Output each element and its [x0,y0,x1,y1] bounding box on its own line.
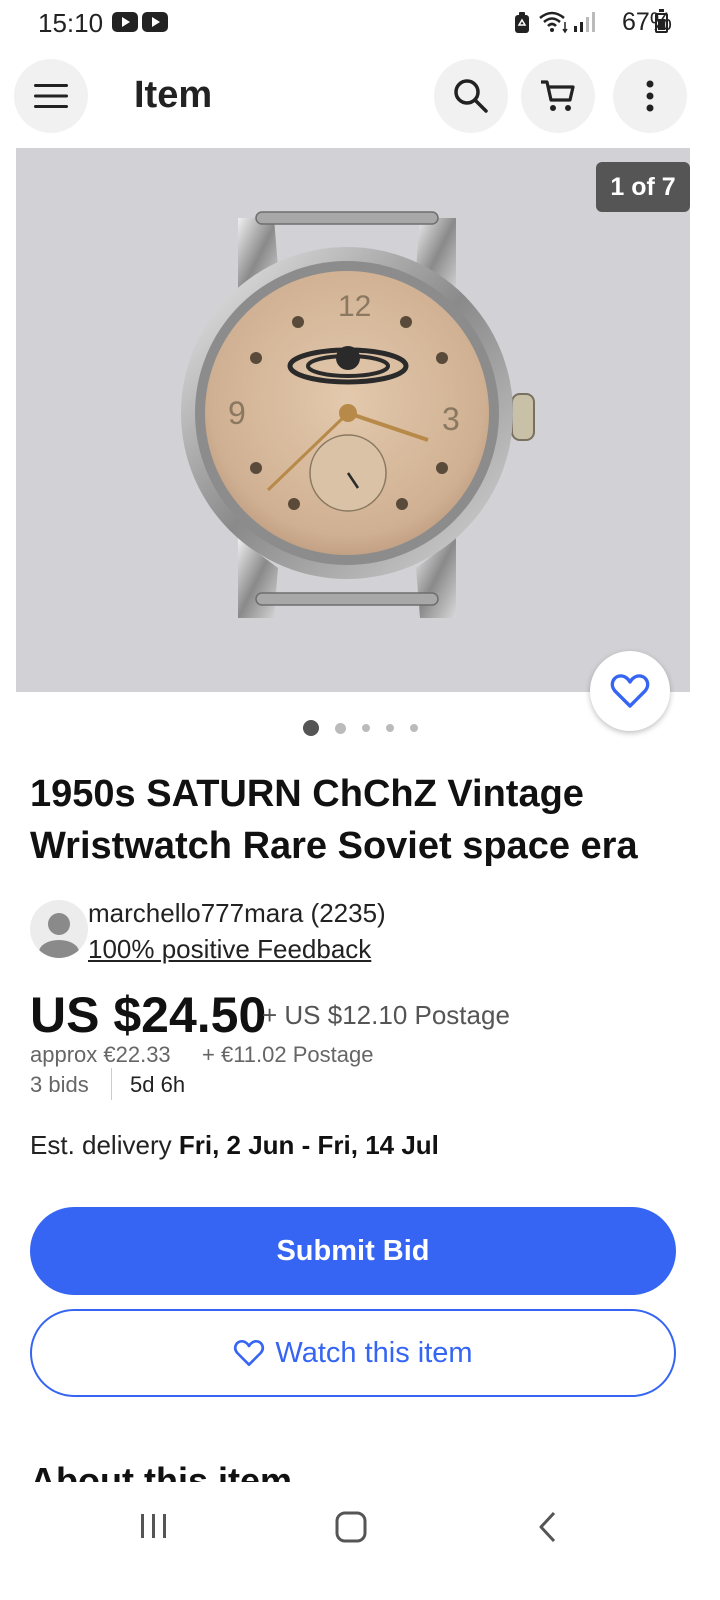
item-image-gallery[interactable]: 12 9 3 1 of 7 [16,148,690,692]
seller-name[interactable]: marchello777mara (2235) [88,898,386,929]
more-icon [646,80,654,112]
menu-icon [34,84,68,108]
pagination-dot[interactable] [302,720,319,736]
pagination-dot[interactable] [361,724,370,732]
status-bar: 15:10 67% [0,0,720,46]
cart-icon [541,80,575,111]
heart-icon [234,1340,265,1366]
recents-icon[interactable] [138,1510,170,1542]
search-button[interactable] [434,59,508,133]
submit-bid-button[interactable]: Submit Bid [30,1207,676,1295]
watch-photo: 12 9 3 [181,211,535,618]
status-time: 15:10 [38,8,104,38]
estimated-delivery: Est. delivery Fri, 2 Jun - Fri, 14 Jul [30,1130,439,1161]
more-options-button[interactable] [613,59,687,133]
pagination-dot[interactable] [409,724,418,732]
svg-text:12: 12 [338,290,371,323]
youtube-icon [142,12,168,32]
approx-price: approx €22.33 [30,1042,171,1067]
battery-icon [655,9,668,33]
postage: + US $12.10 Postage [262,1000,510,1030]
feedback-link[interactable]: 100% positive Feedback [88,934,371,965]
pagination-dot[interactable] [385,724,394,732]
item-title: 1950s SATURN ChChZ Vintage Wristwatch Ra… [30,773,638,867]
delivery-label: Est. delivery [30,1130,172,1160]
page-title: Item [134,74,213,116]
pagination-dot[interactable] [334,722,346,734]
watch-item-label: Watch this item [275,1336,473,1369]
search-icon [454,79,488,113]
watch-item-button[interactable]: Watch this item [30,1309,676,1397]
app-header: Item [0,56,720,136]
gallery-pagination [0,718,720,738]
wifi-icon [539,11,568,34]
recycle-notification-icon [515,12,529,33]
back-icon[interactable] [536,1510,560,1544]
avatar [30,900,88,958]
menu-button[interactable] [14,59,88,133]
cart-button[interactable] [521,59,595,133]
time-left: 5d 6h [130,1072,186,1097]
seller-info[interactable]: marchello777mara (2235) 100% positive Fe… [30,898,690,968]
bid-count[interactable]: 3 bids [30,1072,89,1098]
about-heading: About this item [30,1460,292,1482]
delivery-dates: Fri, 2 Jun - Fri, 14 Jul [178,1130,439,1160]
price: US $24.50 [30,987,267,1043]
image-counter: 1 of 7 [596,162,690,212]
svg-text:9: 9 [228,395,246,431]
user-icon [39,913,79,958]
signal-icon [574,12,595,32]
home-icon[interactable] [334,1510,368,1544]
youtube-icon [112,12,138,32]
heart-icon [610,674,650,708]
divider [111,1068,112,1100]
system-nav-bar [0,1482,720,1600]
svg-text:3: 3 [442,401,460,437]
approx-postage: + €11.02 Postage [202,1042,374,1067]
about-section-clip: About this item [0,1458,720,1482]
